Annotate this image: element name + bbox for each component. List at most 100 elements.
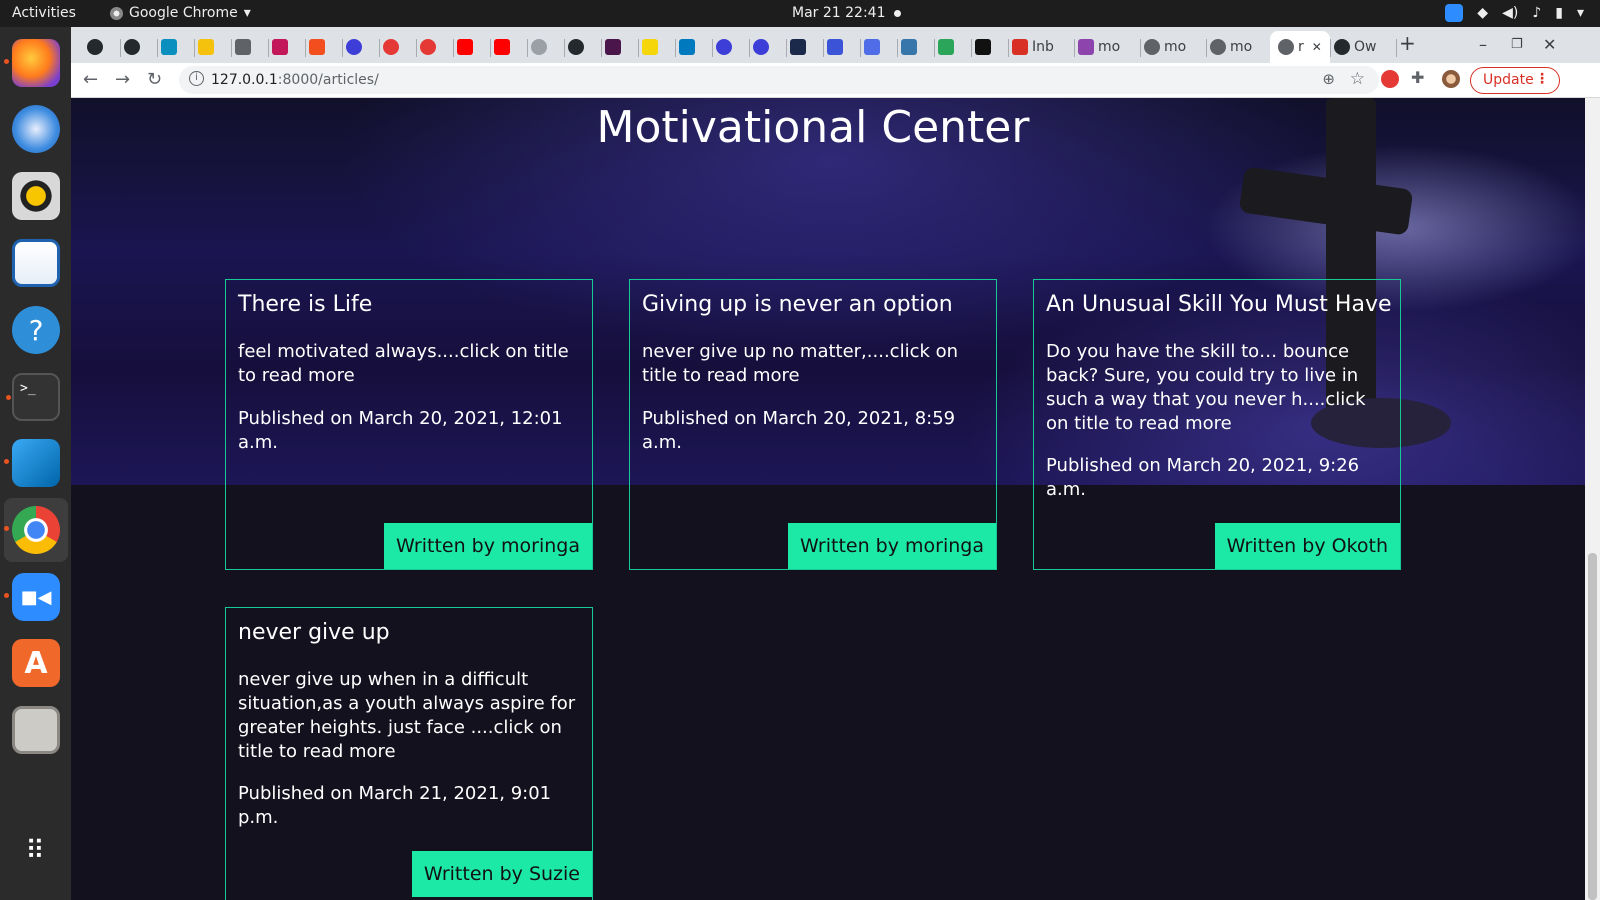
zoom-tray-icon[interactable] bbox=[1445, 4, 1464, 22]
browser-tab[interactable] bbox=[975, 33, 995, 61]
tab-separator bbox=[1008, 39, 1009, 57]
browser-tab[interactable] bbox=[494, 33, 514, 61]
show-apps-icon[interactable]: ⠿ bbox=[12, 827, 60, 875]
chrome-icon[interactable] bbox=[4, 506, 60, 554]
tab-separator bbox=[379, 39, 380, 57]
battery-icon[interactable]: ▮ bbox=[1555, 5, 1563, 21]
vscode-icon[interactable] bbox=[4, 439, 60, 487]
microphone-icon[interactable]: ♪ bbox=[1532, 5, 1541, 21]
tab-separator bbox=[120, 39, 121, 57]
forward-arrow-icon[interactable]: → bbox=[115, 69, 130, 90]
browser-tab[interactable] bbox=[938, 33, 958, 61]
update-button[interactable]: Update ⋮ bbox=[1470, 67, 1560, 94]
tab-separator bbox=[823, 39, 824, 57]
browser-tab[interactable] bbox=[568, 33, 588, 61]
thunderbird-icon[interactable] bbox=[12, 105, 60, 153]
close-window-button[interactable]: ✕ bbox=[1543, 35, 1556, 54]
libreoffice-writer-icon[interactable] bbox=[12, 239, 60, 287]
browser-tab[interactable] bbox=[124, 33, 144, 61]
rhythmbox-icon[interactable] bbox=[12, 172, 60, 220]
system-tray[interactable]: ◆ ◀) ♪ ▮ ▾ bbox=[1445, 4, 1584, 22]
docs-icon bbox=[864, 39, 880, 55]
article-title-link[interactable]: There is Life bbox=[238, 292, 372, 317]
files-icon[interactable] bbox=[12, 706, 60, 754]
software-center-icon[interactable]: A bbox=[12, 639, 60, 687]
slack-icon bbox=[605, 39, 621, 55]
browser-tab[interactable]: mo bbox=[1078, 33, 1120, 61]
running-indicator bbox=[4, 459, 9, 464]
minimize-button[interactable]: – bbox=[1479, 35, 1487, 54]
address-bar[interactable]: i 127.0.0.1:8000/articles/ ⊕ ☆ bbox=[179, 66, 1379, 94]
browser-tab[interactable] bbox=[346, 33, 366, 61]
browser-tab[interactable] bbox=[457, 33, 477, 61]
browser-tab[interactable] bbox=[753, 33, 773, 61]
profile-avatar[interactable] bbox=[1442, 70, 1460, 88]
zoom-icon[interactable]: ■◀ bbox=[4, 573, 60, 621]
terminal-tab-icon bbox=[790, 39, 806, 55]
tab-separator bbox=[490, 39, 491, 57]
tab-label: mo bbox=[1164, 39, 1187, 55]
tab-separator bbox=[416, 39, 417, 57]
generic-icon bbox=[235, 39, 251, 55]
browser-tab[interactable] bbox=[309, 33, 329, 61]
puzzle-extensions-icon[interactable]: ✚ bbox=[1411, 68, 1429, 87]
app-menu-label: Google Chrome bbox=[129, 5, 238, 21]
browser-tab[interactable] bbox=[161, 33, 181, 61]
browser-tab[interactable] bbox=[531, 33, 551, 61]
browser-tab[interactable] bbox=[679, 33, 699, 61]
article-title-link[interactable]: Giving up is never an option bbox=[642, 292, 953, 317]
terminal-icon[interactable]: >_ bbox=[6, 373, 60, 421]
restore-button[interactable]: ❐ bbox=[1511, 37, 1523, 52]
browser-tab[interactable] bbox=[87, 33, 107, 61]
kebab-menu-icon[interactable]: ⋮ bbox=[1535, 71, 1549, 87]
url-text[interactable]: 127.0.0.1:8000/articles/ bbox=[211, 72, 379, 88]
scrollbar-thumb[interactable] bbox=[1588, 553, 1597, 900]
browser-tab[interactable]: r ✕ bbox=[1270, 31, 1330, 63]
new-tab-button[interactable]: + bbox=[1399, 31, 1416, 55]
firefox-icon[interactable] bbox=[4, 39, 60, 87]
wifi-icon[interactable]: ◆ bbox=[1477, 5, 1488, 21]
github-icon bbox=[1334, 39, 1350, 55]
reload-icon[interactable]: ↻ bbox=[147, 69, 162, 90]
browser-tab[interactable]: Ow bbox=[1334, 33, 1376, 61]
article-title-link[interactable]: never give up bbox=[238, 620, 390, 645]
app-menu[interactable]: Google Chrome ▾ bbox=[110, 5, 251, 21]
zoom-magnifier-icon[interactable]: ⊕ bbox=[1322, 70, 1335, 88]
github-icon bbox=[124, 39, 140, 55]
browser-tab[interactable] bbox=[420, 33, 440, 61]
page-scrollbar[interactable] bbox=[1585, 98, 1600, 900]
browser-tab[interactable] bbox=[827, 33, 847, 61]
author-badge[interactable]: Written by Suzie bbox=[411, 851, 592, 897]
browser-tab[interactable] bbox=[716, 33, 736, 61]
browser-tab[interactable]: mo bbox=[1210, 33, 1252, 61]
author-badge[interactable]: Written by moringa bbox=[787, 523, 996, 569]
browser-tab[interactable] bbox=[235, 33, 255, 61]
browser-tab[interactable] bbox=[383, 33, 403, 61]
help-icon[interactable]: ? bbox=[12, 306, 60, 354]
author-badge[interactable]: Written by moringa bbox=[383, 523, 592, 569]
trello-icon bbox=[679, 39, 695, 55]
dock: ? >_ ■◀ A ⠿ bbox=[0, 27, 71, 900]
activities-button[interactable]: Activities bbox=[12, 5, 76, 21]
gmail-icon bbox=[1012, 39, 1028, 55]
browser-tab[interactable] bbox=[901, 33, 921, 61]
browser-tab[interactable] bbox=[272, 33, 292, 61]
article-title-link[interactable]: An Unusual Skill You Must Have bbox=[1046, 292, 1392, 317]
browser-tab[interactable] bbox=[642, 33, 662, 61]
browser-tab[interactable]: Inb bbox=[1012, 33, 1054, 61]
chevron-down-icon[interactable]: ▾ bbox=[1577, 5, 1584, 21]
clock[interactable]: Mar 21 22:41 bbox=[792, 5, 885, 21]
browser-tab[interactable]: mo bbox=[1144, 33, 1186, 61]
site-info-icon[interactable]: i bbox=[189, 71, 204, 86]
article-excerpt: feel motivated always....click on title … bbox=[238, 341, 569, 386]
browser-tab[interactable] bbox=[790, 33, 810, 61]
author-badge[interactable]: Written by Okoth bbox=[1214, 523, 1400, 569]
browser-tab[interactable] bbox=[864, 33, 884, 61]
close-tab-icon[interactable]: ✕ bbox=[1312, 40, 1322, 54]
browser-tab[interactable] bbox=[605, 33, 625, 61]
volume-icon[interactable]: ◀) bbox=[1502, 5, 1518, 21]
extension-icon[interactable] bbox=[1381, 70, 1399, 88]
browser-tab[interactable] bbox=[198, 33, 218, 61]
back-arrow-icon[interactable]: ← bbox=[83, 69, 98, 90]
bookmark-star-icon[interactable]: ☆ bbox=[1350, 69, 1365, 89]
